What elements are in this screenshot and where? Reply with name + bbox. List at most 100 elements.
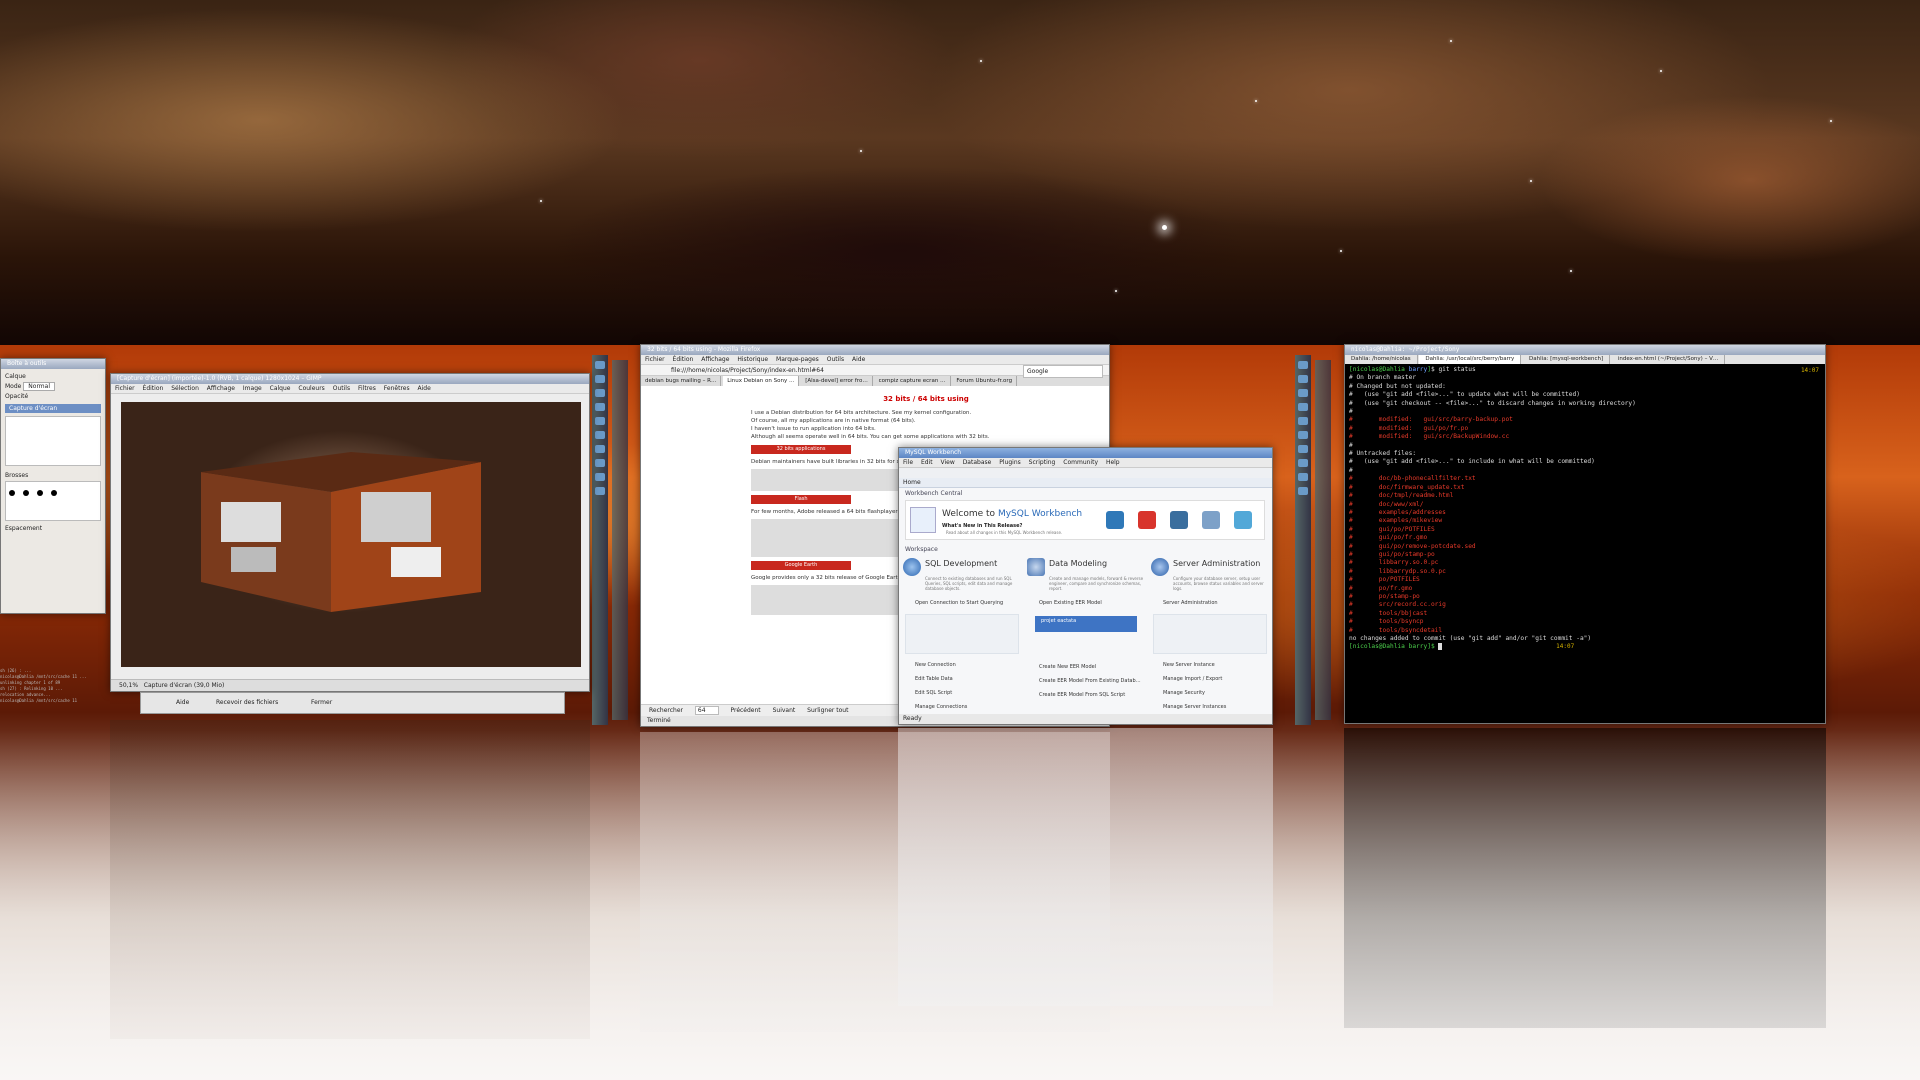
terminal-output[interactable]: 14:07 [nicolas@Dahlia barry]$ git status … [1345,364,1825,654]
panel-launcher-icon[interactable] [1298,361,1308,369]
ff-menu-history[interactable]: Historique [737,356,768,363]
gimp-image-window[interactable]: [Capture d'écran] (importée)-1.0 (RVB, 1… [110,373,590,692]
planet-mysql-icon[interactable] [1202,511,1220,529]
panel-launcher-icon[interactable] [1298,389,1308,397]
recent-model-item[interactable]: projet eactata [1035,616,1137,632]
workbench-toolbar[interactable] [899,468,1272,478]
edit-sql-script-link[interactable]: Edit SQL Script [903,686,1021,700]
wb-menu-edit[interactable]: Edit [921,459,933,466]
create-eer-model-link[interactable]: Create New EER Model [1027,660,1145,674]
workspace-panel-mid[interactable] [612,360,628,720]
gimp-menu-tools[interactable]: Outils [333,385,350,392]
terminal-tab-home[interactable]: Dahlia: /home/nicolas [1345,355,1418,364]
forums-icon[interactable] [1234,511,1252,529]
dialog-help-button[interactable]: Aide [176,699,189,706]
panel-launcher-icon[interactable] [595,417,605,425]
wb-menu-community[interactable]: Community [1063,459,1098,466]
edit-table-data-link[interactable]: Edit Table Data [903,672,1021,686]
create-eer-from-script-link[interactable]: Create EER Model From SQL Script [1027,688,1145,702]
gimp-menu-help[interactable]: Aide [418,385,431,392]
workspace-panel-right2[interactable] [1315,360,1331,720]
gimp-mode-select[interactable]: Normal [23,382,55,391]
mysql-doc-icon[interactable] [1106,511,1124,529]
panel-launcher-icon[interactable] [1298,375,1308,383]
gimp-menu-windows[interactable]: Fenêtres [384,385,410,392]
url-text[interactable]: file:///home/nicolas/Project/Sony/index-… [671,367,824,374]
wordpress-icon[interactable] [1170,511,1188,529]
wb-menu-scripting[interactable]: Scripting [1029,459,1056,466]
manage-connections-link[interactable]: Manage Connections [903,700,1021,714]
gimp-menu-edit[interactable]: Édition [143,385,164,392]
open-connection-link[interactable]: Open Connection to Start Querying [903,596,1021,610]
tab-compiz-capture[interactable]: compiz capture ecran … [875,376,951,386]
dialog-close-button[interactable]: Fermer [311,699,332,706]
gimp-layer-list[interactable] [5,416,101,466]
manage-server-instances-link[interactable]: Manage Server Instances [1151,700,1269,714]
panel-launcher-icon[interactable] [595,487,605,495]
gimp-toolbox-title[interactable]: Boîte à outils [1,359,105,369]
panel-launcher-icon[interactable] [595,431,605,439]
find-previous-button[interactable]: Précédent [730,707,760,714]
wb-menu-help[interactable]: Help [1106,459,1120,466]
gimp-toolbox-window[interactable]: Boîte à outils Calque Mode Normal Opacit… [0,358,106,614]
panel-launcher-icon[interactable] [595,361,605,369]
gimp-menu-select[interactable]: Sélection [171,385,199,392]
server-admin-link[interactable]: Server Administration [1151,596,1269,610]
workbench-title[interactable]: MySQL Workbench [899,448,1272,458]
new-server-instance-link[interactable]: New Server Instance [1151,658,1269,672]
panel-launcher-icon[interactable] [1298,487,1308,495]
connection-list[interactable] [905,614,1019,654]
tab-alsa-devel[interactable]: [Alsa-devel] error fro… [801,376,873,386]
firefox-url-bar[interactable]: file:///home/nicolas/Project/Sony/index-… [641,365,1109,378]
panel-launcher-icon[interactable] [595,459,605,467]
new-connection-link[interactable]: New Connection [903,658,1021,672]
server-instance-list[interactable] [1153,614,1267,654]
tab-home[interactable]: Home [899,478,1272,488]
ff-menu-tools[interactable]: Outils [827,356,844,363]
manage-security-link[interactable]: Manage Security [1151,686,1269,700]
panel-launcher-icon[interactable] [595,403,605,411]
wb-menu-plugins[interactable]: Plugins [999,459,1021,466]
panel-launcher-icon[interactable] [1298,403,1308,411]
find-input[interactable]: 64 [694,706,719,715]
terminal-title[interactable]: nicolas@Dahlia: ~/Project/Sony [1345,345,1825,355]
gimp-menu-file[interactable]: Fichier [115,385,135,392]
wb-menu-view[interactable]: View [941,459,955,466]
panel-launcher-icon[interactable] [595,445,605,453]
workspace-panel-left[interactable] [592,355,608,725]
tab-linux-debian-sony[interactable]: Linux Debian on Sony … [723,376,800,386]
terminal-tab-workbench[interactable]: Dahlia: [mysql-workbench] [1523,355,1611,364]
open-eer-model-link[interactable]: Open Existing EER Model [1027,596,1145,610]
panel-launcher-icon[interactable] [1298,473,1308,481]
find-highlight-button[interactable]: Surligner tout [807,707,848,714]
ff-menu-file[interactable]: Fichier [645,356,665,363]
wb-menu-file[interactable]: File [903,459,913,466]
firefox-title[interactable]: 32 bits / 64 bits using - Mozilla Firefo… [641,345,1109,355]
gimp-menu-view[interactable]: Affichage [207,385,235,392]
tab-debian-bugs[interactable]: debian bugs mailing – R… [641,376,722,386]
panel-launcher-icon[interactable] [1298,417,1308,425]
mysql-blog-icon[interactable] [1138,511,1156,529]
panel-launcher-icon[interactable] [595,389,605,397]
panel-launcher-icon[interactable] [1298,459,1308,467]
terminal-tab-barry[interactable]: Dahlia: /usr/local/src/berry/barry [1419,355,1522,364]
dialog-receive-button[interactable]: Recevoir des fichiers [216,699,278,706]
gimp-menu-image[interactable]: Image [243,385,262,392]
find-next-button[interactable]: Suivant [773,707,796,714]
gimp-canvas[interactable] [121,402,581,667]
panel-launcher-icon[interactable] [1298,445,1308,453]
search-box[interactable]: Google [1023,365,1103,378]
ff-menu-help[interactable]: Aide [852,356,865,363]
panel-launcher-icon[interactable] [1298,431,1308,439]
manage-import-export-link[interactable]: Manage Import / Export [1151,672,1269,686]
mysql-workbench-window[interactable]: MySQL Workbench File Edit View Database … [898,447,1273,725]
create-eer-from-db-link[interactable]: Create EER Model From Existing Datab… [1027,674,1145,688]
ff-menu-edit[interactable]: Édition [673,356,694,363]
gimp-brushes-grid[interactable] [5,481,101,521]
panel-launcher-icon[interactable] [595,375,605,383]
gimp-layer-item[interactable]: Capture d'écran [5,404,101,413]
gimp-image-title[interactable]: [Capture d'écran] (importée)-1.0 (RVB, 1… [111,374,589,384]
terminal-tab-editor[interactable]: index-en.html (~/Project/Sony) – V… [1612,355,1726,364]
gimp-menu-layer[interactable]: Calque [270,385,291,392]
whats-new-link[interactable]: What's New in This Release? [942,523,1022,529]
